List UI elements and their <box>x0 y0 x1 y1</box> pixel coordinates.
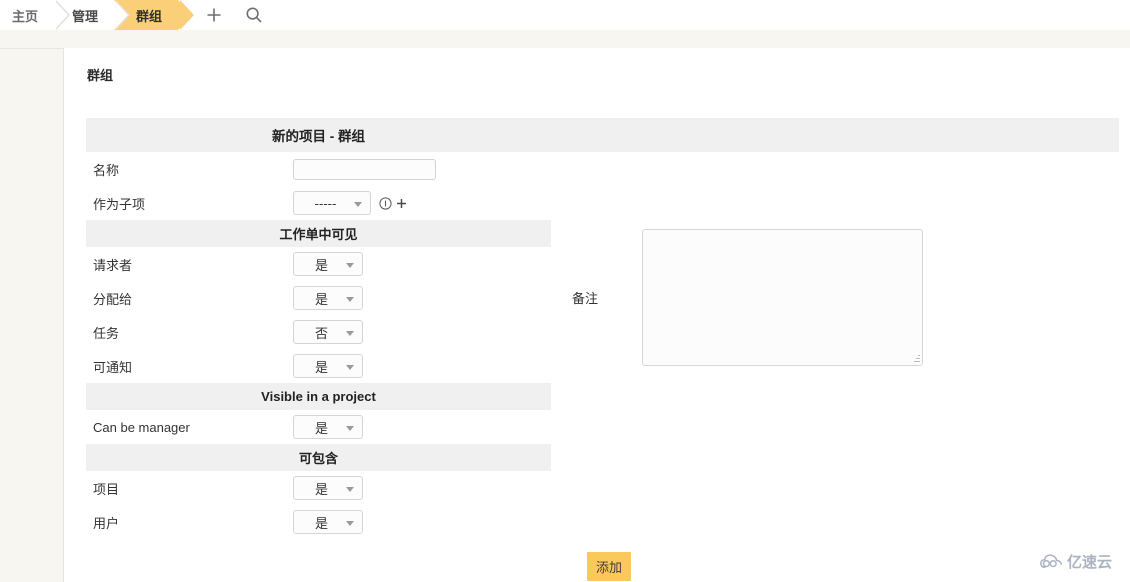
header-strip <box>0 30 1130 49</box>
notifiable-field-wrap: 是 <box>293 354 363 378</box>
parent-label: 作为子项 <box>93 196 146 212</box>
section-heading-ticket-visibility: 工作单中可见 <box>86 220 551 247</box>
can-be-manager-label: Can be manager <box>93 419 190 435</box>
watermark: 亿速云 <box>1040 551 1112 572</box>
breadcrumb-groups-label: 群组 <box>136 8 163 24</box>
parent-field-wrap: ----- <box>293 191 407 215</box>
form-row-can-be-manager: Can be manager 是 <box>86 410 551 444</box>
form-row-name: 名称 <box>86 152 551 186</box>
content-panel: 群组 新的项目 - 群组 名称 作为子项 ----- 工作单中可见 请求者 是 … <box>63 48 1130 582</box>
chevron-down-icon <box>346 365 354 370</box>
cloud-logo-icon <box>1040 554 1062 569</box>
project-field-wrap: 是 <box>293 476 363 500</box>
chevron-down-icon <box>346 331 354 336</box>
task-label: 任务 <box>93 325 120 341</box>
can-be-manager-select[interactable]: 是 <box>293 415 363 439</box>
assignee-field-wrap: 是 <box>293 286 363 310</box>
chevron-down-icon <box>346 263 354 268</box>
chevron-down-icon <box>346 426 354 431</box>
requester-label: 请求者 <box>93 257 133 273</box>
notifiable-label: 可通知 <box>93 359 133 375</box>
parent-row-icons <box>379 196 407 210</box>
form-row-requester: 请求者 是 <box>86 247 551 281</box>
form-row-task: 任务 否 <box>86 315 551 349</box>
form-row-project: 项目 是 <box>86 471 551 505</box>
top-bar-actions <box>204 5 264 25</box>
task-select[interactable]: 否 <box>293 320 363 344</box>
breadcrumb: 主页 管理 群组 <box>0 0 195 30</box>
note-textarea[interactable] <box>642 229 923 366</box>
page-title: 群组 <box>87 68 114 83</box>
requester-select[interactable]: 是 <box>293 252 363 276</box>
note-row: 备注 <box>572 229 923 366</box>
chevron-down-icon <box>354 202 362 207</box>
breadcrumb-home[interactable]: 主页 <box>0 0 71 30</box>
project-select[interactable]: 是 <box>293 476 363 500</box>
assignee-label: 分配给 <box>93 291 133 307</box>
info-circle-icon[interactable] <box>379 196 392 210</box>
breadcrumb-admin-label: 管理 <box>72 8 99 24</box>
top-navigation-bar: 主页 管理 群组 <box>0 0 1130 30</box>
user-field-wrap: 是 <box>293 510 363 534</box>
form-left-column: 名称 作为子项 ----- 工作单中可见 请求者 是 分配给 是 任务 否 可通… <box>86 152 551 539</box>
form-row-parent: 作为子项 ----- <box>86 186 551 220</box>
plus-icon[interactable] <box>204 5 224 25</box>
section-heading-project-visibility: Visible in a project <box>86 383 551 410</box>
add-button[interactable]: 添加 <box>587 552 632 581</box>
form-row-assignee: 分配给 是 <box>86 281 551 315</box>
name-field-wrap <box>293 158 436 180</box>
note-label: 备注 <box>572 291 599 306</box>
project-label: 项目 <box>93 481 120 497</box>
note-textarea-wrap <box>642 229 923 366</box>
assignee-select[interactable]: 是 <box>293 286 363 310</box>
requester-field-wrap: 是 <box>293 252 363 276</box>
name-label: 名称 <box>93 162 120 178</box>
parent-select[interactable]: ----- <box>293 191 371 215</box>
user-select[interactable]: 是 <box>293 510 363 534</box>
task-field-wrap: 否 <box>293 320 363 344</box>
chevron-down-icon <box>346 297 354 302</box>
name-input[interactable] <box>293 158 436 180</box>
form-heading-text: 新的项目 - 群组 <box>272 129 365 144</box>
watermark-text: 亿速云 <box>1066 554 1112 571</box>
form-row-notifiable: 可通知 是 <box>86 349 551 383</box>
notifiable-select[interactable]: 是 <box>293 354 363 378</box>
form-heading-bar: 新的项目 - 群组 <box>86 118 1119 152</box>
chevron-down-icon <box>346 521 354 526</box>
breadcrumb-home-label: 主页 <box>12 8 39 24</box>
form-row-user: 用户 是 <box>86 505 551 539</box>
plus-small-icon[interactable] <box>396 198 407 209</box>
user-label: 用户 <box>93 515 120 531</box>
section-heading-can-contain: 可包含 <box>86 444 551 471</box>
search-icon[interactable] <box>244 5 264 25</box>
chevron-down-icon <box>346 487 354 492</box>
can-be-manager-field-wrap: 是 <box>293 415 363 439</box>
